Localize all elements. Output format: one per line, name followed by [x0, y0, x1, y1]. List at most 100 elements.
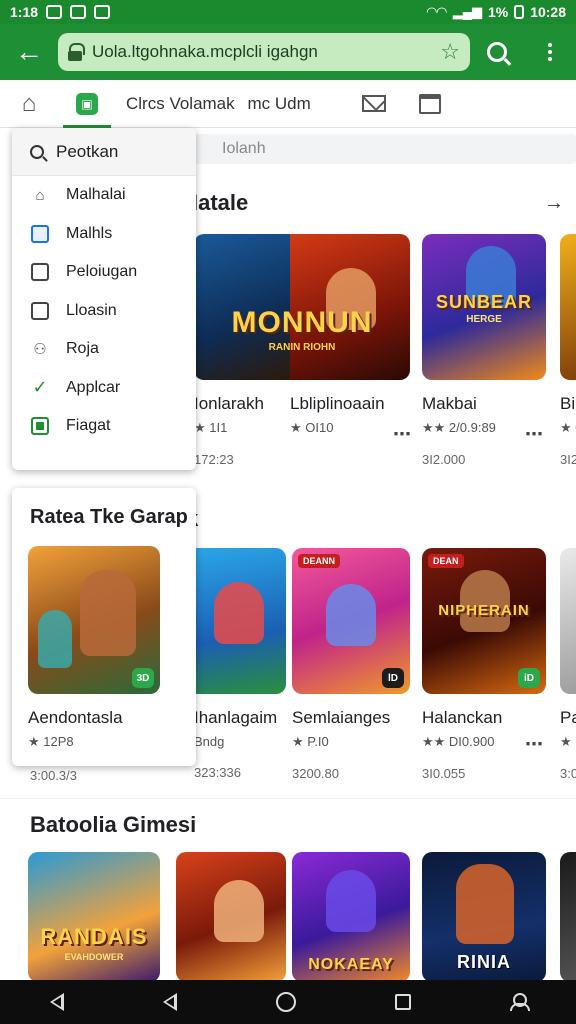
checkbox-icon — [30, 301, 50, 321]
game-name: Ionlarakh — [194, 394, 264, 413]
game-card[interactable]: NOKAEAY — [292, 852, 422, 982]
art-subtitle: HERGE — [466, 314, 502, 325]
3d-badge: lD — [382, 668, 404, 688]
bookmark-star-icon[interactable]: ☆ — [440, 39, 460, 65]
art-subtitle: EVAHDOWER — [64, 952, 124, 962]
game-size: 3I2.000 — [422, 452, 466, 467]
status-time-left: 1:18 — [10, 4, 39, 20]
featured-game-popup[interactable]: Ratea Tke Garap 3D Aendontasla ★ 12P8 — [12, 488, 196, 766]
character-figure — [326, 584, 376, 646]
game-art: SUNBEAR HERGE — [422, 234, 546, 380]
address-bar[interactable]: Uola.ltgohnaka.mcplcli igahgn ☆ — [58, 33, 470, 71]
game-card[interactable]: SUNBEAR HERGE Makbai ★★ 2/0.9:89 3I2.000… — [422, 234, 552, 467]
tab-calendar[interactable] — [402, 93, 458, 114]
game-art: RANDAIS EVAHDOWER — [28, 852, 160, 982]
overflow-menu-button[interactable] — [524, 43, 576, 61]
nav-back-icon[interactable] — [162, 993, 177, 1011]
character-figure — [214, 582, 264, 644]
game-card[interactable]: RANDAIS EVAHDOWER — [28, 852, 160, 982]
nav-back-icon[interactable] — [49, 993, 64, 1011]
3d-badge: iD — [518, 668, 540, 688]
section-title: Iatale — [192, 190, 249, 215]
game-rating: ★ 1I1 — [194, 420, 228, 435]
arrow-right-icon[interactable]: → — [544, 192, 564, 215]
signal-icon: ▂▄▆ — [452, 4, 482, 19]
notification-icon — [46, 5, 63, 19]
game-art — [194, 548, 286, 694]
art-subtitle: RANIN RIOHN — [268, 342, 336, 353]
game-art: 3D — [28, 546, 160, 694]
wifi-icon: ◠◠ — [426, 4, 447, 19]
search-icon — [30, 144, 44, 159]
status-bar: 1:18 ◠◠ ▂▄▆ 1% 10:28 — [0, 0, 576, 24]
game-rating: ★ P.I0 — [292, 734, 329, 749]
people-icon: ⚇ — [33, 341, 47, 359]
game-size: 172:23 — [194, 452, 234, 467]
checkbox-icon — [30, 262, 50, 282]
game-art: DEANN lD — [292, 548, 410, 694]
dropdown-item-label: Fiagat — [66, 417, 111, 435]
chat-icon — [30, 224, 50, 244]
art-title: MONNUN — [231, 306, 373, 339]
more-options-icon[interactable]: ⋯ — [393, 424, 412, 445]
dropdown-item-label: Peloiugan — [66, 263, 138, 281]
battery-icon — [514, 5, 525, 19]
message-icon — [70, 5, 87, 19]
game-name: Semlaianges — [292, 708, 391, 727]
game-card[interactable] — [560, 852, 576, 982]
game-size: 3I0.055 — [422, 766, 466, 781]
game-art: NOKAEAY — [292, 852, 410, 982]
nav-home-icon[interactable] — [275, 992, 296, 1012]
browser-toolbar: ← Uola.ltgohnaka.mcplcli igahgn ☆ — [0, 24, 576, 80]
tab-active-label[interactable]: Clrcs Volamak mc Udm — [126, 94, 336, 114]
nav-recents-icon[interactable] — [395, 994, 412, 1010]
character-figure — [214, 880, 264, 942]
dot-icon — [548, 50, 552, 54]
game-rating: ★ — [560, 734, 572, 749]
tab-home[interactable]: ⌂ — [0, 90, 58, 118]
dropdown-item[interactable]: ⚇ Roja — [12, 330, 196, 369]
back-button[interactable]: ← — [0, 24, 58, 80]
dropdown-item[interactable]: Fiagat — [12, 407, 196, 446]
more-options-icon[interactable]: ⋯ — [525, 734, 544, 755]
account-icon[interactable] — [510, 993, 531, 1011]
mail-icon — [362, 95, 386, 112]
game-art: RINIA — [422, 852, 546, 982]
sale-tag: DEANN — [298, 554, 341, 568]
dropdown-item[interactable]: Peloiugan — [12, 253, 196, 292]
game-rating: ★ 12P8 — [28, 734, 74, 749]
game-card[interactable]: RINIA — [422, 852, 552, 982]
games-icon: ▣ — [76, 92, 98, 115]
dropdown-item-label: Lloasin — [66, 301, 117, 319]
game-size: 3200.80 — [292, 766, 339, 781]
game-card[interactable]: Pa ★ 3:0 — [560, 548, 576, 781]
game-card[interactable]: Bi ★ 0/1 3I2 — [560, 234, 576, 467]
game-card[interactable]: DEANN lD Semlaianges ★ P.I0 3200.80 — [292, 548, 422, 781]
more-options-icon[interactable]: ⋯ — [525, 424, 544, 445]
game-art — [176, 852, 286, 982]
section-title: Batoolia Gimesi — [30, 812, 197, 837]
tab-games[interactable]: ▣ — [58, 80, 116, 128]
dropdown-item[interactable]: ✓ Applcar — [12, 369, 196, 408]
game-size: 3:00.3/3 — [30, 768, 77, 783]
character-figure — [80, 570, 136, 656]
game-art: DEAN NIPHERAIN iD — [422, 548, 546, 694]
bank-icon: ⌂ — [35, 186, 45, 204]
character-figure — [460, 570, 510, 632]
game-name: Halanckan — [422, 708, 503, 727]
tab-mail[interactable] — [346, 95, 402, 112]
dropdown-search[interactable]: Peotkan — [12, 128, 196, 176]
url-text[interactable]: Uola.ltgohnaka.mcplcli igahgn — [92, 42, 440, 62]
game-card[interactable]: DEAN NIPHERAIN iD Halanckan ★★ DI0.900 3… — [422, 548, 552, 781]
character-figure — [326, 870, 376, 932]
dropdown-item[interactable]: Malhls — [12, 215, 196, 254]
dropdown-item[interactable]: Lloasin — [12, 292, 196, 331]
game-card[interactable] — [176, 852, 306, 982]
dropdown-search-label: Peotkan — [56, 141, 119, 161]
game-art — [560, 234, 576, 380]
dropdown-item[interactable]: ⌂ Malhalai — [12, 176, 196, 215]
search-button[interactable] — [470, 42, 524, 62]
dot-icon — [548, 57, 552, 61]
game-name: Pa — [560, 708, 576, 727]
filter-input[interactable]: Iolanh — [192, 134, 576, 164]
